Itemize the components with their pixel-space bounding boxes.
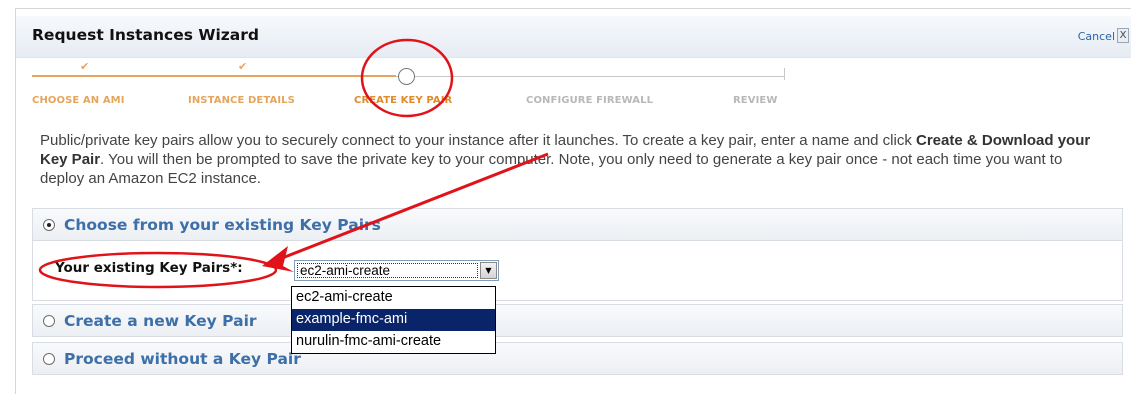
proceed-without-radio[interactable] [43,352,55,365]
intro-text-part: . You will then be prompted to save the … [40,151,1063,187]
proceed-without-title: Proceed without a Key Pair [64,349,301,368]
existing-key-pairs-option[interactable]: Choose from your existing Key Pairs [33,209,1122,240]
wizard-title: Request Instances Wizard [32,26,260,44]
dropdown-option[interactable]: nurulin-fmc-ami-create [292,331,495,353]
step-choose-ami[interactable]: CHOOSE AN AMI [32,95,125,106]
create-key-pair-panel: Create a new Key Pair [32,304,1123,337]
existing-key-pairs-radio[interactable] [43,218,55,231]
create-key-pair-title: Create a new Key Pair [64,311,257,330]
existing-key-pairs-label: Your existing Key Pairs*: [55,260,243,276]
step-instance-details[interactable]: INSTANCE DETAILS [188,95,295,106]
proceed-without-panel: Proceed without a Key Pair [32,342,1123,375]
existing-key-pairs-title: Choose from your existing Key Pairs [64,215,381,234]
steps-track-end [784,68,785,80]
proceed-without-option[interactable]: Proceed without a Key Pair [33,343,1122,374]
existing-key-pairs-body: Your existing Key Pairs*: ec2-ami-create… [33,240,1122,300]
steps-track-completed [32,75,396,77]
step-done-check-icon: ✔ [80,60,90,73]
intro-text-part: Public/private key pairs allow you to se… [40,132,917,149]
step-configure-firewall: CONFIGURE FIREWALL [526,95,654,106]
key-pair-dropdown-list: ec2-ami-create example-fmc-ami nurulin-f… [291,286,496,354]
intro-text: Public/private key pairs allow you to se… [40,131,1110,188]
step-review: REVIEW [733,95,778,106]
current-step-circle-icon [398,68,415,85]
create-key-pair-radio[interactable] [43,314,55,327]
frame-left-border [15,8,16,394]
step-done-check-icon: ✔ [238,60,248,73]
frame-top-border [15,8,1131,9]
close-icon[interactable]: X [1117,28,1129,43]
key-pair-select-value: ec2-ami-create [297,263,478,278]
wizard-page: Request Instances Wizard Cancel X ✔ ✔ CH… [0,0,1131,394]
dropdown-option[interactable]: example-fmc-ami [292,309,495,331]
existing-key-pairs-panel: Choose from your existing Key Pairs Your… [32,208,1123,301]
cancel-link[interactable]: Cancel [1078,30,1115,43]
wizard-header: Request Instances Wizard Cancel X [16,16,1131,58]
chevron-down-icon[interactable]: ▼ [480,262,497,279]
create-key-pair-option[interactable]: Create a new Key Pair [33,305,1122,336]
step-create-key-pair: CREATE KEY PAIR [354,95,453,106]
key-pair-select[interactable]: ec2-ami-create ▼ [294,260,499,281]
dropdown-option[interactable]: ec2-ami-create [292,287,495,309]
